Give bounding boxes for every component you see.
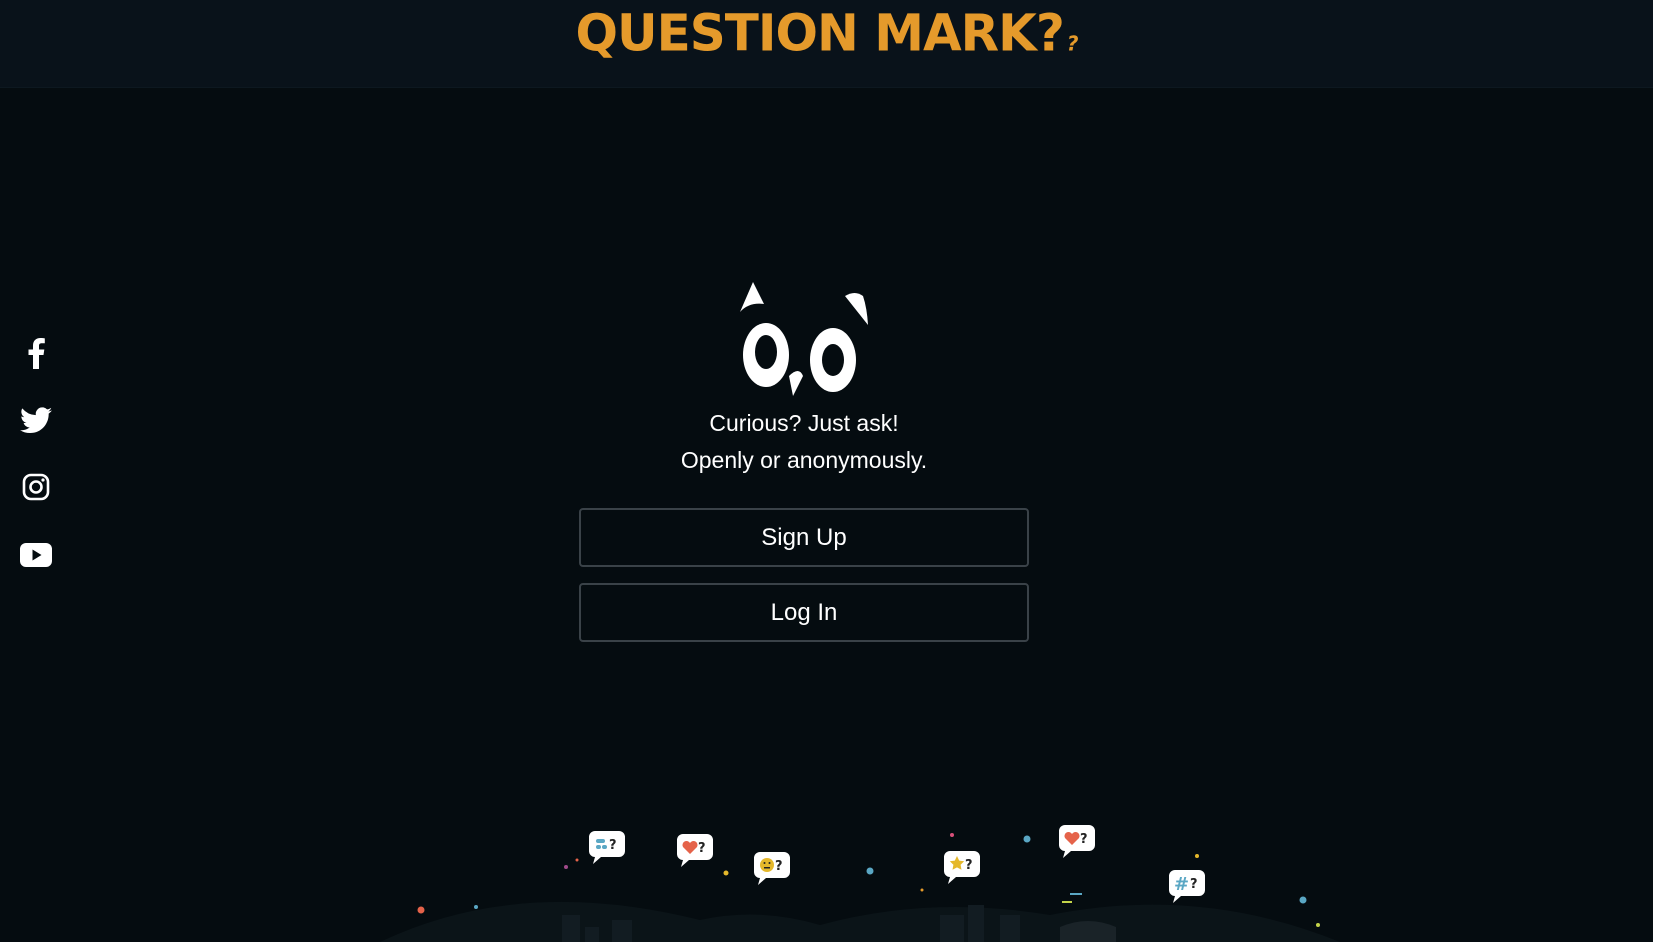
smiley-bubble-icon: ? [754, 852, 790, 886]
svg-text:?: ? [1080, 832, 1088, 847]
svg-text:?: ? [775, 859, 783, 874]
hashtag-bubble-icon: #? [1169, 870, 1205, 904]
youtube-link[interactable] [18, 537, 54, 573]
svg-text:?: ? [609, 838, 617, 853]
instagram-icon [22, 473, 50, 501]
svg-text:#: # [1174, 874, 1189, 895]
facebook-link[interactable] [18, 335, 54, 371]
logo-text: QUESTION MARK? [575, 3, 1064, 63]
facebook-icon [27, 337, 45, 369]
logo-suffix: ? [1066, 30, 1079, 56]
heart-bubble-icon: ? [1059, 825, 1095, 859]
svg-text:?: ? [965, 858, 973, 873]
tagline-line-2: Openly or anonymously. [680, 447, 928, 473]
instagram-link[interactable] [18, 469, 54, 505]
tagline-line-1: Curious? Just ask! [709, 410, 899, 436]
owl-eyes-icon [735, 280, 875, 400]
chat-bubble-icon: ? [589, 831, 625, 865]
top-bar: QUESTION MARK?? [0, 0, 1653, 88]
sign-up-button[interactable]: Sign Up [579, 508, 1029, 567]
city-skyline-decoration [0, 815, 1653, 942]
svg-text:?: ? [1190, 877, 1198, 892]
log-in-button[interactable]: Log In [579, 583, 1029, 642]
youtube-icon [20, 543, 52, 567]
site-logo[interactable]: QUESTION MARK?? [0, 3, 1653, 62]
heart-bubble-icon: ? [677, 834, 713, 868]
svg-text:?: ? [698, 841, 706, 856]
star-bubble-icon: ? [944, 851, 980, 885]
